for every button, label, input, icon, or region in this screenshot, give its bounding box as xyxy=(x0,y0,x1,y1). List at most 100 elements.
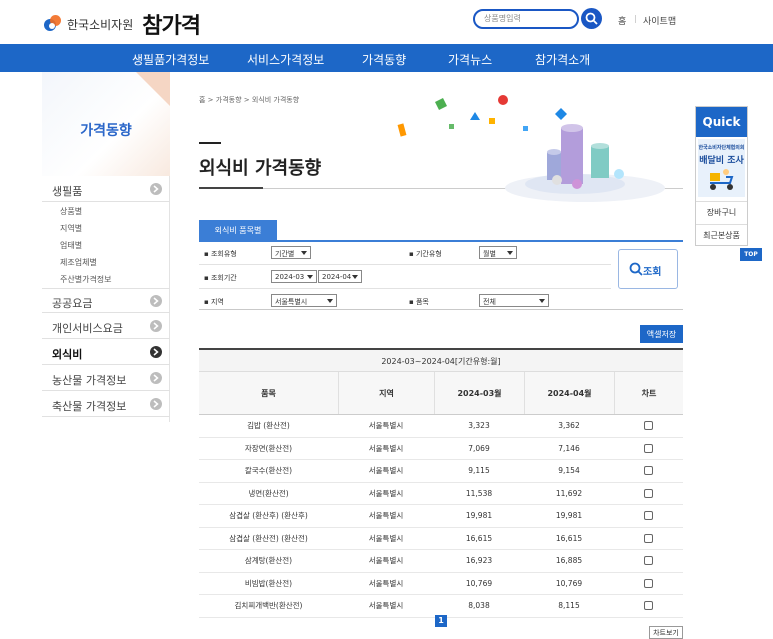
sidebar-item-label: 개인서비스요금 xyxy=(52,322,123,335)
cell-item: 김치찌개백반(환산전) xyxy=(234,601,303,611)
item-select[interactable]: 전체 xyxy=(479,294,549,307)
chart-checkbox[interactable] xyxy=(644,511,653,521)
cell-month2: 16,615 xyxy=(555,533,583,543)
cell-chart xyxy=(614,483,683,505)
filter-row: ▪ 조회유형 기간별 ▪ 기간유형 월별 xyxy=(199,242,611,265)
quick-cart-link[interactable]: 장바구니 xyxy=(696,201,747,221)
cell-item: 김밥 (환산전) xyxy=(247,421,290,431)
chevron-right-icon xyxy=(150,346,162,358)
cell-item: 비빔밥(환산전) xyxy=(244,578,293,588)
cell-item: 삼겹살 (환산전) (환산전) xyxy=(229,533,308,543)
page-number-current[interactable]: 1 xyxy=(435,615,447,627)
nav-item-price-news[interactable]: 가격뉴스 xyxy=(448,51,492,68)
cell-region: 서울특별시 xyxy=(368,488,404,498)
search-input[interactable]: 상품명입력 xyxy=(473,9,579,29)
sidebar-item-label: 외식비 xyxy=(52,348,83,361)
period-type-select[interactable]: 월별 xyxy=(479,246,517,259)
chart-checkbox[interactable] xyxy=(644,556,653,566)
column-header-chart: 차트 xyxy=(614,372,683,414)
filter-row: ▪ 조회기간 2024-03 2024-04 xyxy=(199,266,611,289)
delivery-fee-survey-banner[interactable]: 한국소비자단체협의회 배달비 조사 xyxy=(698,139,745,197)
logo[interactable]: 한국소비자원 참가격 xyxy=(44,8,201,40)
sidebar-subitem-by-maker[interactable]: 제조업체별 xyxy=(60,257,97,268)
chart-checkbox[interactable] xyxy=(644,578,653,588)
search-button[interactable] xyxy=(581,8,602,29)
cell-item: 냉면(환산전) xyxy=(248,488,289,498)
search-icon xyxy=(585,12,598,25)
nav-item-service-prices[interactable]: 서비스가격정보 xyxy=(247,51,324,68)
sidebar-item-label: 공공요금 xyxy=(52,297,93,310)
cell-month1: 3,323 xyxy=(468,421,490,431)
cell-region: 서울특별시 xyxy=(368,443,404,453)
cell-month2: 10,769 xyxy=(555,578,583,588)
cell-item: 삼계탕(환산전) xyxy=(244,556,293,566)
chart-view-button[interactable]: 차트보기 xyxy=(649,626,683,639)
sidebar-item-livestock-prices[interactable]: 축산물 가격정보 xyxy=(42,392,170,417)
cell-month1: 16,923 xyxy=(465,556,493,566)
nav-item-about[interactable]: 참가격소개 xyxy=(535,51,590,68)
chevron-right-icon xyxy=(150,320,162,332)
period-from-select[interactable]: 2024-03 xyxy=(271,270,317,283)
query-button[interactable]: 조회 xyxy=(618,249,678,289)
top-header: 한국소비자원 참가격 상품명입력 홈 | 사이트맵 xyxy=(0,0,773,44)
home-link[interactable]: 홈 xyxy=(618,14,626,27)
cell-month1: 19,981 xyxy=(465,511,493,521)
sidebar-item-public-fees[interactable]: 공공요금 xyxy=(42,288,170,313)
sidebar-item-agri-prices[interactable]: 농산물 가격정보 xyxy=(42,366,170,391)
chevron-right-icon xyxy=(150,183,162,195)
cell-month1: 7,069 xyxy=(468,443,490,453)
sidebar-item-personal-service[interactable]: 개인서비스요금 xyxy=(42,314,170,339)
header-illustration xyxy=(397,95,665,202)
cell-item: 칼국수(환산전) xyxy=(244,466,293,476)
period-to-select[interactable]: 2024-04 xyxy=(318,270,362,283)
cell-region: 서울특별시 xyxy=(368,533,404,543)
cell-month1: 10,769 xyxy=(465,578,493,588)
sidebar-subitem-by-business[interactable]: 업태별 xyxy=(60,240,82,251)
quick-recent-link[interactable]: 최근본상품 xyxy=(696,224,747,244)
brand-name: 참가격 xyxy=(142,13,201,39)
search-type-select[interactable]: 기간별 xyxy=(271,246,311,259)
cell-month1: 11,538 xyxy=(465,488,493,498)
cell-month1: 8,038 xyxy=(468,601,490,611)
cell-chart xyxy=(614,528,683,550)
table-body: 김밥 (환산전) 서울특별시 3,323 3,362 자장면(환산전) 서울특별시 7,06… xyxy=(199,415,683,618)
table-row: 칼국수(환산전) 서울특별시 9,115 9,154 xyxy=(199,460,683,483)
sitemap-link[interactable]: 사이트맵 xyxy=(643,14,676,27)
sidebar-subitem-by-region[interactable]: 지역별 xyxy=(60,223,82,234)
decor-shape xyxy=(136,72,170,106)
cell-region: 서울특별시 xyxy=(368,578,404,588)
cell-month2: 3,362 xyxy=(558,421,580,431)
cell-chart xyxy=(614,415,683,437)
sidebar-header: 가격동향 xyxy=(42,72,170,176)
nav-item-daily-goods[interactable]: 생필품가격정보 xyxy=(132,51,209,68)
chevron-right-icon xyxy=(150,398,162,410)
cell-month2: 7,146 xyxy=(558,443,580,453)
sidebar-item-daily-goods[interactable]: 생필품 xyxy=(42,177,170,202)
chart-checkbox[interactable] xyxy=(644,488,653,498)
cell-chart xyxy=(614,460,683,482)
chart-checkbox[interactable] xyxy=(644,443,653,453)
excel-save-button[interactable]: 액셀저장 xyxy=(640,325,683,343)
chart-checkbox[interactable] xyxy=(644,421,653,431)
chart-checkbox[interactable] xyxy=(644,601,653,611)
cell-chart xyxy=(614,573,683,595)
sidebar-subitem-main-product[interactable]: 주산별가격정보 xyxy=(60,274,112,285)
banner-org: 한국소비자단체협의회 xyxy=(698,145,745,151)
cell-month1: 9,115 xyxy=(468,466,490,476)
chart-checkbox[interactable] xyxy=(644,466,653,476)
chart-checkbox[interactable] xyxy=(644,533,653,543)
title-dash xyxy=(199,142,221,144)
chevron-right-icon xyxy=(150,372,162,384)
sidebar-subitem-by-product[interactable]: 상품별 xyxy=(60,206,82,217)
org-name: 한국소비자원 xyxy=(67,17,134,32)
region-select[interactable]: 서울특별시 xyxy=(271,294,337,307)
quick-menu-title: Quick xyxy=(696,107,747,137)
price-table: 2024-03~2024-04[기간유형:월] 품목 지역 2024-03월 2… xyxy=(199,348,683,618)
scroll-top-button[interactable]: TOP xyxy=(740,248,762,261)
sidebar-item-dining-out[interactable]: 외식비 xyxy=(42,340,170,365)
nav-item-price-trends[interactable]: 가격동향 xyxy=(362,51,406,68)
table-row: 김밥 (환산전) 서울특별시 3,323 3,362 xyxy=(199,415,683,438)
tab-dining-by-item[interactable]: 외식비 품목별 xyxy=(199,220,277,240)
search-filter-panel: ▪ 조회유형 기간별 ▪ 기간유형 월별 ▪ 조회기간 2024-03 2024… xyxy=(199,240,683,310)
column-header-region: 지역 xyxy=(338,372,434,414)
